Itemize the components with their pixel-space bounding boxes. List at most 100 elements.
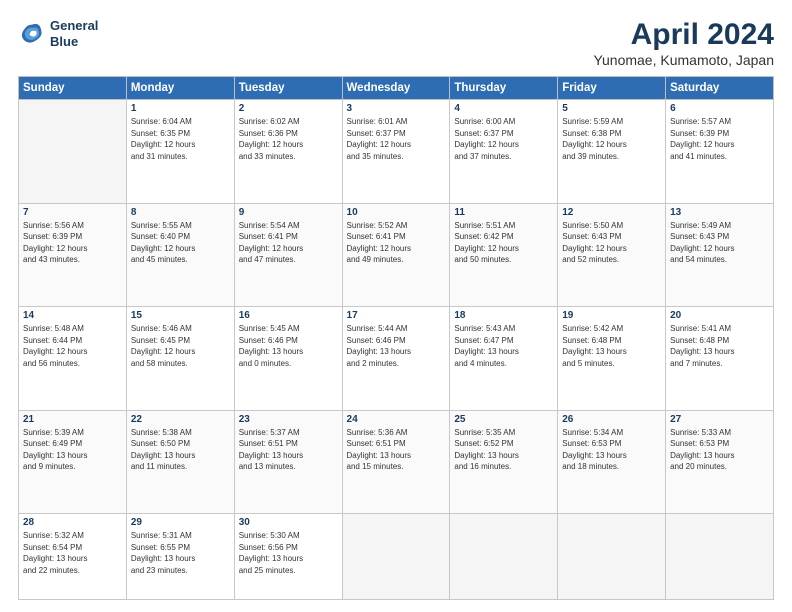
calendar-cell: 12 Sunrise: 5:50 AM Sunset: 6:43 PM Dayli… [558,203,666,307]
day-info: Sunrise: 5:52 AM Sunset: 6:41 PM Dayligh… [347,220,446,266]
day-number: 29 [131,517,230,528]
calendar-cell: 21 Sunrise: 5:39 AM Sunset: 6:49 PM Dayli… [19,410,127,514]
day-number: 20 [670,310,769,321]
col-header-saturday: Saturday [666,77,774,100]
week-row-5: 28 Sunrise: 5:32 AM Sunset: 6:54 PM Dayli… [19,514,774,600]
calendar-cell: 20 Sunrise: 5:41 AM Sunset: 6:48 PM Dayli… [666,307,774,411]
day-info: Sunrise: 5:37 AM Sunset: 6:51 PM Dayligh… [239,427,338,473]
day-number: 11 [454,207,553,218]
col-header-sunday: Sunday [19,77,127,100]
day-number: 14 [23,310,122,321]
day-info: Sunrise: 5:48 AM Sunset: 6:44 PM Dayligh… [23,323,122,369]
main-title: April 2024 [593,18,774,52]
day-number: 10 [347,207,446,218]
calendar-cell: 18 Sunrise: 5:43 AM Sunset: 6:47 PM Dayli… [450,307,558,411]
logo-text: General Blue [50,18,98,49]
day-number: 15 [131,310,230,321]
day-info: Sunrise: 5:36 AM Sunset: 6:51 PM Dayligh… [347,427,446,473]
day-info: Sunrise: 5:39 AM Sunset: 6:49 PM Dayligh… [23,427,122,473]
day-number: 27 [670,414,769,425]
calendar-cell: 26 Sunrise: 5:34 AM Sunset: 6:53 PM Dayli… [558,410,666,514]
calendar-cell: 14 Sunrise: 5:48 AM Sunset: 6:44 PM Dayli… [19,307,127,411]
calendar-cell: 8 Sunrise: 5:55 AM Sunset: 6:40 PM Daylig… [126,203,234,307]
day-info: Sunrise: 5:49 AM Sunset: 6:43 PM Dayligh… [670,220,769,266]
day-info: Sunrise: 5:55 AM Sunset: 6:40 PM Dayligh… [131,220,230,266]
calendar-cell: 2 Sunrise: 6:02 AM Sunset: 6:36 PM Daylig… [234,100,342,204]
logo: General Blue [18,18,98,49]
day-number: 4 [454,103,553,114]
col-header-thursday: Thursday [450,77,558,100]
week-row-3: 14 Sunrise: 5:48 AM Sunset: 6:44 PM Dayli… [19,307,774,411]
calendar-cell: 16 Sunrise: 5:45 AM Sunset: 6:46 PM Dayli… [234,307,342,411]
day-number: 18 [454,310,553,321]
col-header-monday: Monday [126,77,234,100]
calendar-cell [450,514,558,600]
calendar-cell: 17Sunrise: 5:44 AM Sunset: 6:46 PM Dayli… [342,307,450,411]
calendar-cell: 11 Sunrise: 5:51 AM Sunset: 6:42 PM Dayli… [450,203,558,307]
day-info: Sunrise: 6:00 AM Sunset: 6:37 PM Dayligh… [454,116,553,162]
calendar-cell [342,514,450,600]
day-number: 5 [562,103,661,114]
day-info: Sunrise: 5:45 AM Sunset: 6:46 PM Dayligh… [239,323,338,369]
day-number: 8 [131,207,230,218]
header: General Blue April 2024 Yunomae, Kumamot… [18,18,774,68]
calendar-cell [666,514,774,600]
calendar-cell: 7Sunrise: 5:56 AM Sunset: 6:39 PM Daylig… [19,203,127,307]
calendar-cell: 24Sunrise: 5:36 AM Sunset: 6:51 PM Dayli… [342,410,450,514]
day-number: 6 [670,103,769,114]
col-header-friday: Friday [558,77,666,100]
calendar-cell: 3Sunrise: 6:01 AM Sunset: 6:37 PM Daylig… [342,100,450,204]
week-row-1: 1Sunrise: 6:04 AM Sunset: 6:35 PM Daylig… [19,100,774,204]
calendar-cell: 25 Sunrise: 5:35 AM Sunset: 6:52 PM Dayli… [450,410,558,514]
calendar-cell: 30Sunrise: 5:30 AM Sunset: 6:56 PM Dayli… [234,514,342,600]
day-number: 25 [454,414,553,425]
calendar-cell [19,100,127,204]
day-number: 28 [23,517,122,528]
day-info: Sunrise: 5:42 AM Sunset: 6:48 PM Dayligh… [562,323,661,369]
header-row: SundayMondayTuesdayWednesdayThursdayFrid… [19,77,774,100]
calendar-cell: 9Sunrise: 5:54 AM Sunset: 6:41 PM Daylig… [234,203,342,307]
day-number: 23 [239,414,338,425]
day-info: Sunrise: 5:51 AM Sunset: 6:42 PM Dayligh… [454,220,553,266]
day-info: Sunrise: 5:59 AM Sunset: 6:38 PM Dayligh… [562,116,661,162]
day-number: 22 [131,414,230,425]
day-info: Sunrise: 5:46 AM Sunset: 6:45 PM Dayligh… [131,323,230,369]
calendar-cell: 13 Sunrise: 5:49 AM Sunset: 6:43 PM Dayli… [666,203,774,307]
day-info: Sunrise: 6:02 AM Sunset: 6:36 PM Dayligh… [239,116,338,162]
calendar-cell: 4 Sunrise: 6:00 AM Sunset: 6:37 PM Daylig… [450,100,558,204]
calendar-table: SundayMondayTuesdayWednesdayThursdayFrid… [18,76,774,600]
title-block: April 2024 Yunomae, Kumamoto, Japan [593,18,774,68]
day-info: Sunrise: 5:41 AM Sunset: 6:48 PM Dayligh… [670,323,769,369]
day-info: Sunrise: 5:38 AM Sunset: 6:50 PM Dayligh… [131,427,230,473]
calendar-cell: 15 Sunrise: 5:46 AM Sunset: 6:45 PM Dayli… [126,307,234,411]
day-info: Sunrise: 5:33 AM Sunset: 6:53 PM Dayligh… [670,427,769,473]
page: General Blue April 2024 Yunomae, Kumamot… [0,0,792,612]
day-number: 13 [670,207,769,218]
day-info: Sunrise: 5:34 AM Sunset: 6:53 PM Dayligh… [562,427,661,473]
week-row-2: 7Sunrise: 5:56 AM Sunset: 6:39 PM Daylig… [19,203,774,307]
calendar-cell: 6 Sunrise: 5:57 AM Sunset: 6:39 PM Daylig… [666,100,774,204]
week-row-4: 21 Sunrise: 5:39 AM Sunset: 6:49 PM Dayli… [19,410,774,514]
day-number: 30 [239,517,338,528]
day-number: 26 [562,414,661,425]
day-info: Sunrise: 5:50 AM Sunset: 6:43 PM Dayligh… [562,220,661,266]
day-number: 21 [23,414,122,425]
day-info: Sunrise: 5:43 AM Sunset: 6:47 PM Dayligh… [454,323,553,369]
day-info: Sunrise: 5:57 AM Sunset: 6:39 PM Dayligh… [670,116,769,162]
day-number: 19 [562,310,661,321]
day-number: 2 [239,103,338,114]
day-info: Sunrise: 5:44 AM Sunset: 6:46 PM Dayligh… [347,323,446,369]
calendar-cell: 28 Sunrise: 5:32 AM Sunset: 6:54 PM Dayli… [19,514,127,600]
calendar-cell: 5 Sunrise: 5:59 AM Sunset: 6:38 PM Daylig… [558,100,666,204]
day-number: 9 [239,207,338,218]
calendar-cell: 19 Sunrise: 5:42 AM Sunset: 6:48 PM Dayli… [558,307,666,411]
day-info: Sunrise: 5:32 AM Sunset: 6:54 PM Dayligh… [23,530,122,576]
day-number: 12 [562,207,661,218]
day-info: Sunrise: 6:01 AM Sunset: 6:37 PM Dayligh… [347,116,446,162]
calendar-cell [558,514,666,600]
day-number: 16 [239,310,338,321]
subtitle: Yunomae, Kumamoto, Japan [593,52,774,68]
calendar-cell: 1Sunrise: 6:04 AM Sunset: 6:35 PM Daylig… [126,100,234,204]
day-info: Sunrise: 5:35 AM Sunset: 6:52 PM Dayligh… [454,427,553,473]
day-info: Sunrise: 5:31 AM Sunset: 6:55 PM Dayligh… [131,530,230,576]
